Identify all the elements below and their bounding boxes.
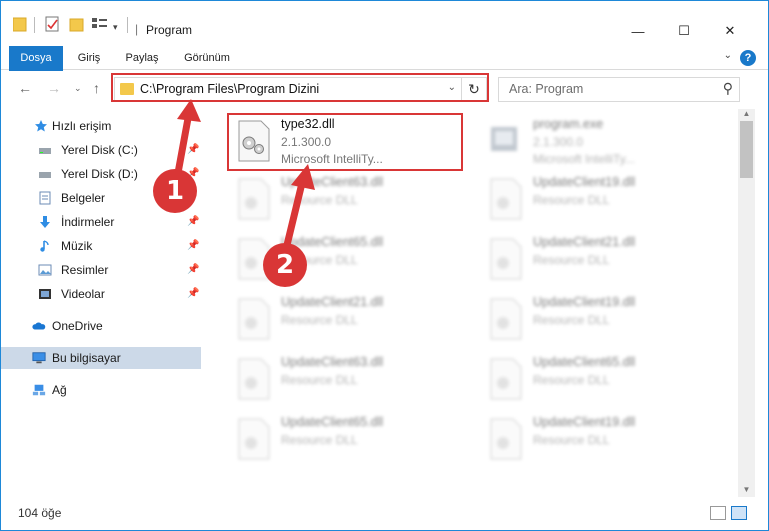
step-badge-1: 1	[153, 169, 197, 213]
annotation-arrows	[174, 99, 315, 249]
arrow-2-head	[291, 164, 315, 190]
arrow-1-head	[177, 99, 201, 122]
step-badge-2: 2	[263, 243, 307, 287]
arrow-1-shaft	[174, 109, 193, 177]
arrow-2-shaft	[283, 175, 307, 249]
explorer-window: ▾ | Program — ☐ ✕ Dosya Giriş Paylaş Gör…	[0, 0, 769, 531]
